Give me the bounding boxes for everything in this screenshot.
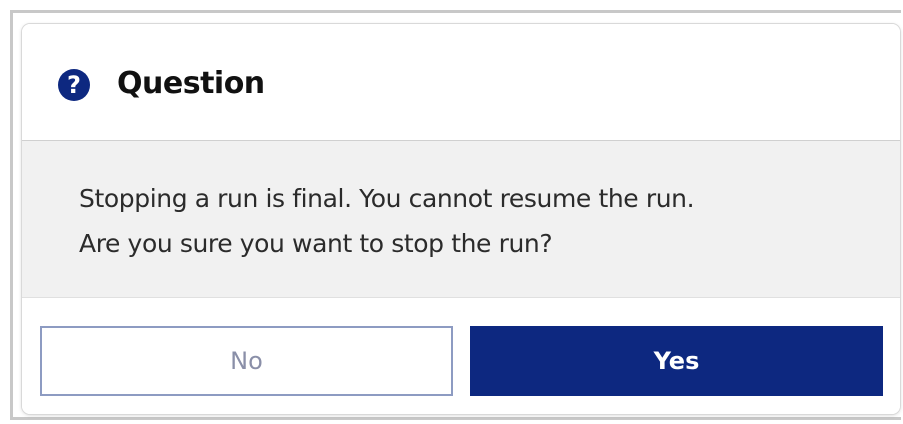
dialog-body: Stopping a run is final. You cannot resu… <box>22 141 900 298</box>
dialog-header: ? Question <box>22 24 900 141</box>
no-button[interactable]: No <box>40 326 453 396</box>
dialog-message-line: Stopping a run is final. You cannot resu… <box>79 184 695 213</box>
dialog-message-line: Are you sure you want to stop the run? <box>79 229 553 258</box>
dialog-footer: No Yes <box>22 298 900 414</box>
yes-button[interactable]: Yes <box>470 326 883 396</box>
question-dialog: ? Question Stopping a run is final. You … <box>22 24 900 414</box>
question-circle-icon: ? <box>58 69 90 101</box>
dialog-title: Question <box>117 66 265 101</box>
